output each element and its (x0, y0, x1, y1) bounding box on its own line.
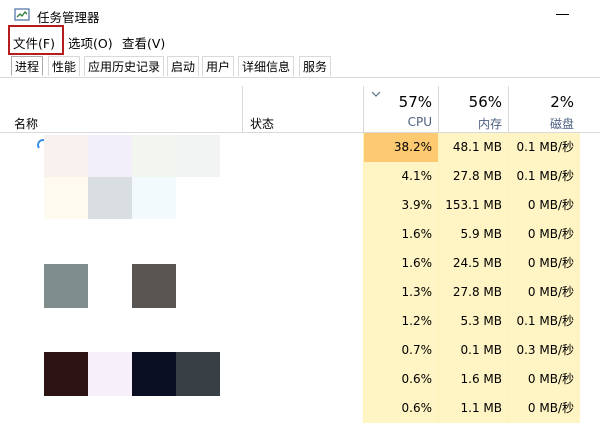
task-manager-icon (14, 8, 30, 21)
process-row[interactable]: 3.9% 153.1 MB 0 MB/秒 (0, 191, 600, 220)
process-row[interactable]: 0.6% 1.1 MB 0 MB/秒 (0, 394, 600, 423)
cpu-cell: 1.6% (363, 249, 438, 278)
tab-startup[interactable]: 启动 (167, 56, 200, 76)
disk-cell: 0 MB/秒 (508, 365, 580, 394)
cpu-cell: 0.6% (363, 365, 438, 394)
disk-cell: 0.1 MB/秒 (508, 133, 580, 162)
tab-bar: 进程 性能 应用历史记录 启动 用户 详细信息 服务 (0, 55, 600, 78)
process-list: 38.2% 48.1 MB 0.1 MB/秒 4.1% 27.8 MB 0.1 … (0, 133, 600, 423)
disk-cell: 0.1 MB/秒 (508, 307, 580, 336)
tab-processes[interactable]: 进程 (11, 56, 44, 76)
tab-app-history[interactable]: 应用历史记录 (84, 56, 165, 76)
title-bar: 任务管理器 (0, 0, 600, 30)
cpu-cell: 0.6% (363, 394, 438, 423)
memory-cell: 1.1 MB (438, 394, 508, 423)
memory-cell: 27.8 MB (438, 162, 508, 191)
tab-users[interactable]: 用户 (202, 56, 235, 76)
memory-cell: 0.1 MB (438, 336, 508, 365)
column-name-header[interactable]: 名称 (0, 86, 242, 132)
menu-options[interactable]: 选项(O) (68, 33, 113, 52)
memory-cell: 27.8 MB (438, 278, 508, 307)
memory-cell: 5.9 MB (438, 220, 508, 249)
cpu-total-percent: 57% (398, 93, 432, 111)
column-status-header[interactable]: 状态 (242, 86, 363, 132)
memory-column-label: 内存 (477, 117, 502, 131)
disk-cell: 0 MB/秒 (508, 220, 580, 249)
tab-performance[interactable]: 性能 (48, 56, 81, 76)
cpu-cell: 1.6% (363, 220, 438, 249)
disk-cell: 0 MB/秒 (508, 394, 580, 423)
disk-cell: 0 MB/秒 (508, 249, 580, 278)
cpu-cell: 3.9% (363, 191, 438, 220)
cpu-cell: 1.2% (363, 307, 438, 336)
window-title: 任务管理器 (37, 10, 100, 25)
disk-column-label: 磁盘 (549, 117, 574, 131)
minimize-button[interactable] (556, 14, 569, 15)
cpu-cell: 38.2% (363, 133, 438, 162)
memory-cell: 5.3 MB (438, 307, 508, 336)
disk-cell: 0 MB/秒 (508, 278, 580, 307)
file-menu-highlight (8, 25, 64, 55)
process-row[interactable]: 1.3% 27.8 MB 0 MB/秒 (0, 278, 600, 307)
process-row[interactable]: 0.6% 1.6 MB 0 MB/秒 (0, 365, 600, 394)
process-row[interactable]: 1.6% 5.9 MB 0 MB/秒 (0, 220, 600, 249)
memory-cell: 24.5 MB (438, 249, 508, 278)
column-header: 名称 状态 57% CPU 56% 内存 2% 磁盘 (0, 86, 600, 133)
process-row[interactable]: 38.2% 48.1 MB 0.1 MB/秒 (0, 133, 600, 162)
cpu-column-label: CPU (407, 115, 432, 129)
disk-cell: 0 MB/秒 (508, 191, 580, 220)
disk-cell: 0.3 MB/秒 (508, 336, 580, 365)
cpu-cell: 0.7% (363, 336, 438, 365)
tab-details[interactable]: 详细信息 (238, 56, 295, 76)
column-status-label: 状态 (250, 117, 275, 131)
memory-total-percent: 56% (468, 93, 502, 111)
process-row[interactable]: 1.2% 5.3 MB 0.1 MB/秒 (0, 307, 600, 336)
tab-services[interactable]: 服务 (299, 56, 332, 76)
chevron-down-icon (371, 91, 381, 97)
memory-cell: 48.1 MB (438, 133, 508, 162)
column-disk-header[interactable]: 2% 磁盘 (508, 86, 580, 132)
process-row[interactable]: 1.6% 24.5 MB 0 MB/秒 (0, 249, 600, 278)
cpu-cell: 1.3% (363, 278, 438, 307)
column-name-label: 名称 (14, 117, 39, 131)
disk-cell: 0.1 MB/秒 (508, 162, 580, 191)
process-row[interactable]: 0.7% 0.1 MB 0.3 MB/秒 (0, 336, 600, 365)
column-cpu-header[interactable]: 57% CPU (363, 86, 438, 132)
process-row[interactable]: 4.1% 27.8 MB 0.1 MB/秒 (0, 162, 600, 191)
cpu-cell: 4.1% (363, 162, 438, 191)
disk-total-percent: 2% (550, 93, 574, 111)
menu-view[interactable]: 查看(V) (122, 33, 165, 52)
memory-cell: 1.6 MB (438, 365, 508, 394)
memory-cell: 153.1 MB (438, 191, 508, 220)
menu-bar: 文件(F) 选项(O) 查看(V) (0, 30, 600, 52)
column-memory-header[interactable]: 56% 内存 (438, 86, 508, 132)
